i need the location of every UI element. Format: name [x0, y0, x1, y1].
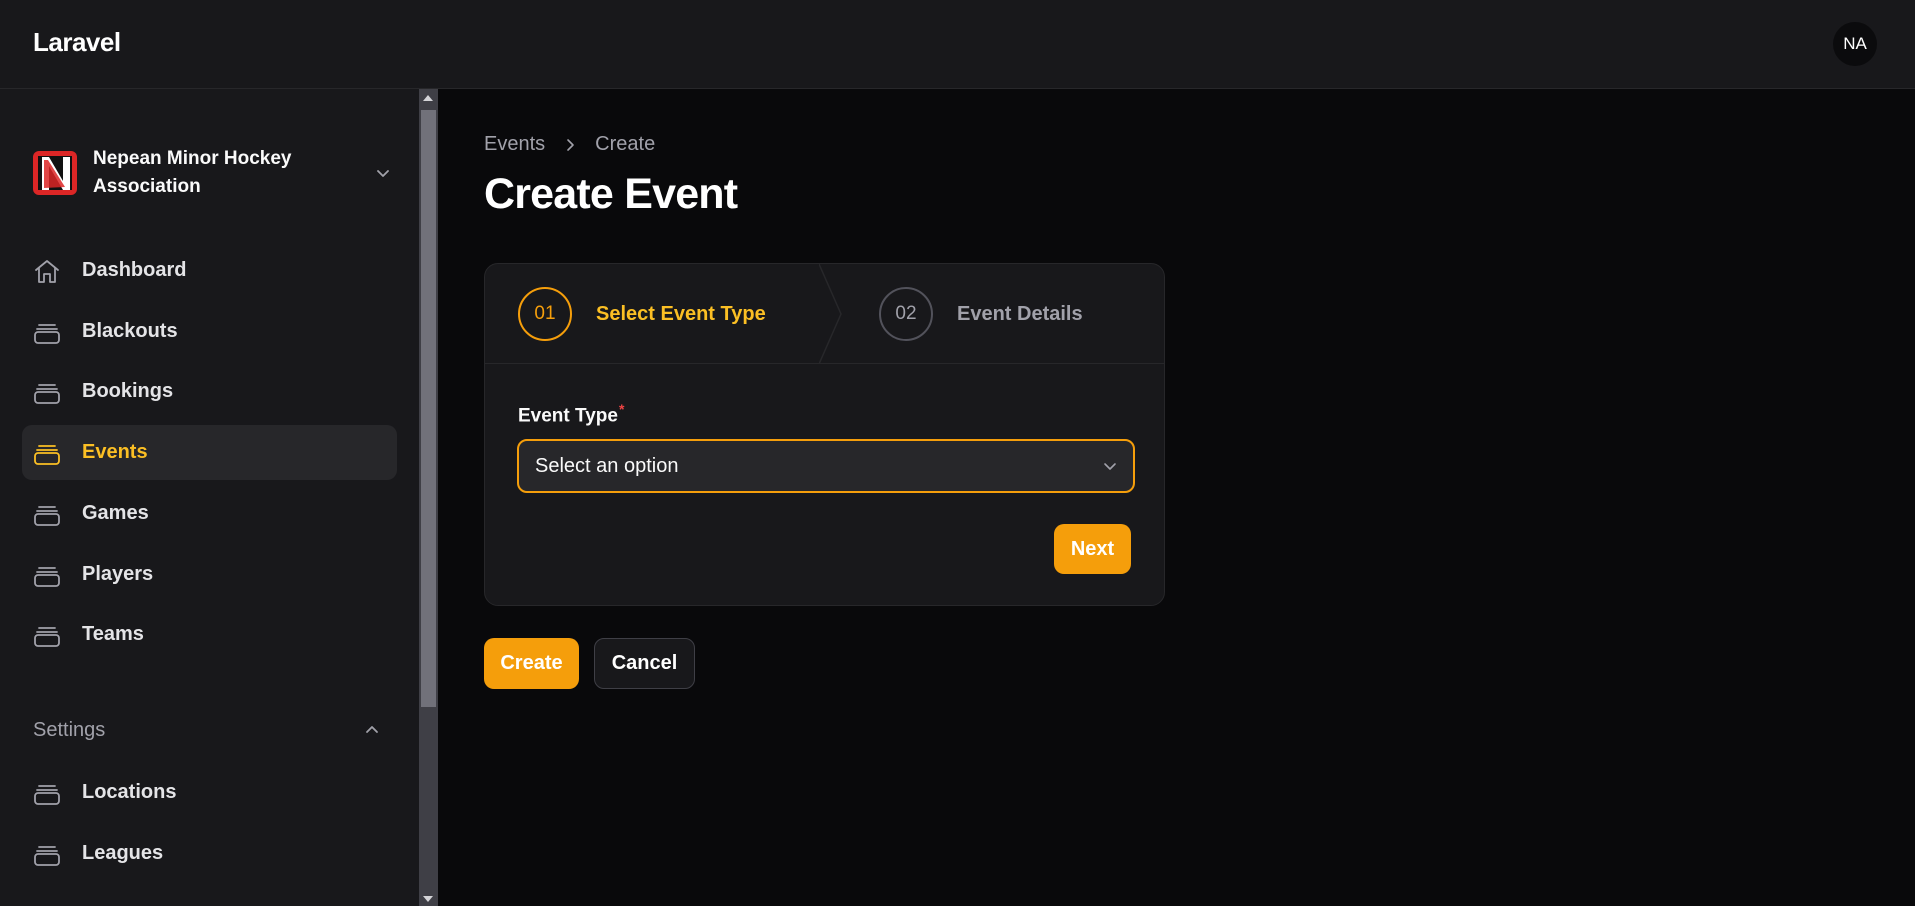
- collection-icon: [34, 323, 60, 344]
- tenant-logo: N: [33, 151, 77, 195]
- event-type-label-text: Event Type: [518, 405, 618, 427]
- step-number: 02: [879, 287, 933, 341]
- collection-icon: [34, 846, 60, 866]
- create-button[interactable]: Create: [484, 638, 579, 689]
- sidebar-scrollbar[interactable]: [419, 89, 438, 906]
- collection-icon: [34, 566, 60, 587]
- collection-icon: [34, 785, 60, 805]
- tenant-name: Nepean Minor Hockey Association: [93, 148, 292, 197]
- chevron-right-icon: [567, 138, 574, 151]
- wizard-step-select-event-type[interactable]: 01 Select Event Type: [518, 287, 766, 341]
- wizard-steps: 01 Select Event Type 02 Event Details: [485, 264, 1164, 364]
- cancel-button[interactable]: Cancel: [594, 638, 695, 689]
- collection-icon: [34, 384, 60, 405]
- sidebar-item-label: Events: [82, 441, 148, 464]
- event-wizard: 01 Select Event Type 02 Event Details Ev…: [484, 263, 1165, 606]
- settings-group-label[interactable]: Settings: [33, 719, 105, 742]
- chevron-up-icon[interactable]: [362, 720, 382, 740]
- sidebar-item-label: Bookings: [82, 380, 174, 403]
- breadcrumb-current: Create: [595, 133, 656, 155]
- event-type-label: Event Type*: [518, 401, 624, 427]
- step-number: 01: [518, 287, 572, 341]
- page-title: Create Event: [484, 170, 738, 218]
- sidebar-item-label: Teams: [82, 623, 144, 646]
- sidebar-item-leagues[interactable]: Leagues: [22, 826, 397, 881]
- sidebar-item-bookings[interactable]: Bookings: [22, 364, 397, 419]
- sidebar-item-label: Leagues: [82, 842, 164, 864]
- step-label: Select Event Type: [596, 302, 766, 325]
- scroll-up-arrow[interactable]: [423, 95, 433, 101]
- step-label: Event Details: [957, 302, 1083, 325]
- sidebar-item-label: Blackouts: [82, 319, 178, 342]
- sidebar-item-dashboard[interactable]: Dashboard: [22, 243, 397, 298]
- collection-icon: [34, 505, 60, 526]
- sidebar-item-players[interactable]: Players: [22, 547, 397, 602]
- sidebar-item-teams[interactable]: Teams: [22, 607, 397, 662]
- sidebar-item-label: Locations: [82, 781, 177, 803]
- sidebar-item-games[interactable]: Games: [22, 486, 397, 541]
- brand-logo[interactable]: Laravel: [33, 27, 121, 58]
- sidebar: N Nepean Minor Hockey Association Dashbo…: [0, 89, 419, 906]
- collection-icon: [34, 445, 60, 465]
- wizard-step-event-details[interactable]: 02 Event Details: [879, 287, 1083, 341]
- sidebar-item-label: Players: [82, 562, 154, 585]
- required-mark: *: [618, 401, 625, 417]
- sidebar-item-label: Dashboard: [82, 259, 187, 281]
- step-divider: [819, 264, 842, 364]
- sidebar-item-blackouts[interactable]: Blackouts: [22, 304, 397, 359]
- chevron-down-icon: [1104, 463, 1116, 470]
- event-type-select-value: Select an option: [535, 454, 679, 477]
- event-type-select[interactable]: Select an option: [517, 439, 1135, 493]
- tenant-switcher[interactable]: N Nepean Minor Hockey Association: [33, 141, 393, 205]
- breadcrumb: Events Create: [484, 133, 655, 156]
- next-button[interactable]: Next: [1054, 524, 1131, 574]
- breadcrumb-parent[interactable]: Events: [484, 133, 545, 156]
- sidebar-item-events[interactable]: Events: [22, 425, 397, 481]
- scroll-down-arrow[interactable]: [423, 896, 433, 902]
- user-avatar[interactable]: NA: [1833, 22, 1877, 66]
- chevron-down-icon[interactable]: [373, 163, 393, 183]
- top-bar: Laravel NA: [0, 0, 1915, 89]
- sidebar-item-locations[interactable]: Locations: [22, 765, 397, 820]
- home-icon: [35, 260, 59, 283]
- scroll-thumb[interactable]: [421, 110, 436, 707]
- collection-icon: [34, 627, 60, 648]
- sidebar-item-label: Games: [82, 501, 149, 524]
